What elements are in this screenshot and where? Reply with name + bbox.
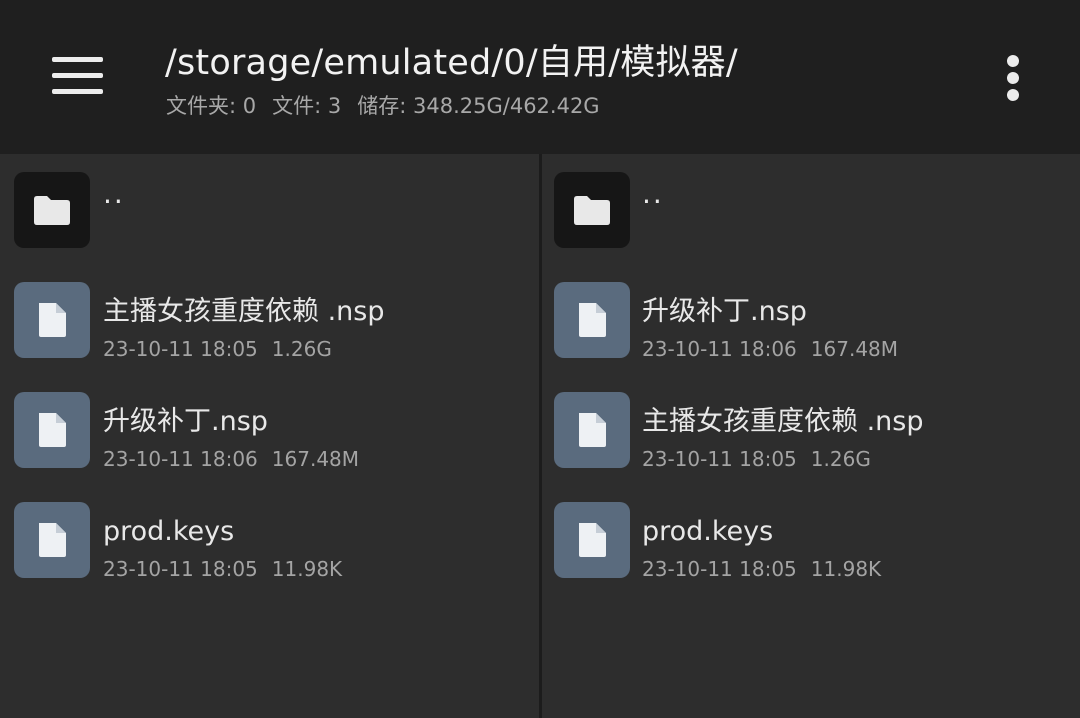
file-icon (14, 282, 90, 358)
file-icon (14, 502, 90, 578)
file-name: .. (103, 177, 125, 210)
file-name: 主播女孩重度依赖 .nsp (642, 406, 924, 437)
more-vertical-icon[interactable] (990, 50, 1038, 106)
directory-stats: 文件夹: 0 文件: 3 储存: 348.25G/462.42G (166, 92, 600, 120)
file-meta: 23-10-11 18:06 167.48M (103, 446, 359, 472)
list-item[interactable]: 主播女孩重度依赖 .nsp 23-10-11 18:05 1.26G (542, 374, 1080, 472)
file-meta: 23-10-11 18:06 167.48M (642, 336, 898, 362)
folder-icon (14, 172, 90, 248)
hamburger-menu-icon[interactable] (40, 44, 112, 108)
list-item[interactable]: prod.keys 23-10-11 18:05 11.98K (0, 484, 539, 582)
file-date: 23-10-11 18:05 (642, 447, 797, 471)
file-meta: 23-10-11 18:05 11.98K (103, 556, 342, 582)
file-date: 23-10-11 18:05 (103, 337, 258, 361)
file-name: .. (642, 177, 664, 210)
list-item[interactable]: 升级补丁.nsp 23-10-11 18:06 167.48M (0, 374, 539, 472)
file-size: 167.48M (271, 447, 360, 471)
file-icon (554, 392, 630, 468)
list-item-parent-dir[interactable]: .. (542, 154, 1080, 250)
app-toolbar: /storage/emulated/0/自用/模拟器/ 文件夹: 0 文件: 3 储… (0, 0, 1080, 154)
list-item[interactable]: 升级补丁.nsp 23-10-11 18:06 167.48M (542, 264, 1080, 362)
file-icon (554, 502, 630, 578)
file-name: prod.keys (642, 516, 774, 547)
file-size: 11.98K (271, 557, 343, 581)
folder-count: 文件夹: 0 (166, 94, 257, 118)
list-item[interactable]: prod.keys 23-10-11 18:05 11.98K (542, 484, 1080, 582)
file-size: 11.98K (810, 557, 882, 581)
file-icon (554, 282, 630, 358)
file-date: 23-10-11 18:05 (642, 557, 797, 581)
file-name: 主播女孩重度依赖 .nsp (103, 296, 385, 327)
current-path: /storage/emulated/0/自用/模拟器/ (165, 43, 738, 83)
file-meta: 23-10-11 18:05 11.98K (642, 556, 881, 582)
left-file-pane[interactable]: .. 主播女孩重度依赖 .nsp 23-10-11 18:05 1.26G 升级补… (0, 154, 539, 718)
folder-icon (554, 172, 630, 248)
file-date: 23-10-11 18:06 (642, 337, 797, 361)
file-meta: 23-10-11 18:05 1.26G (103, 336, 332, 362)
file-name: 升级补丁.nsp (103, 406, 268, 437)
storage-usage: 储存: 348.25G/462.42G (357, 94, 600, 118)
right-file-pane[interactable]: .. 升级补丁.nsp 23-10-11 18:06 167.48M 主播女孩重度… (542, 154, 1080, 718)
list-item[interactable]: 主播女孩重度依赖 .nsp 23-10-11 18:05 1.26G (0, 264, 539, 362)
file-size: 1.26G (810, 447, 871, 471)
file-date: 23-10-11 18:06 (103, 447, 258, 471)
file-name: 升级补丁.nsp (642, 296, 807, 327)
file-name: prod.keys (103, 516, 235, 547)
file-meta: 23-10-11 18:05 1.26G (642, 446, 871, 472)
file-size: 167.48M (810, 337, 899, 361)
file-icon (14, 392, 90, 468)
file-date: 23-10-11 18:05 (103, 557, 258, 581)
file-size: 1.26G (271, 337, 332, 361)
file-count: 文件: 3 (272, 94, 342, 118)
list-item-parent-dir[interactable]: .. (0, 154, 539, 250)
